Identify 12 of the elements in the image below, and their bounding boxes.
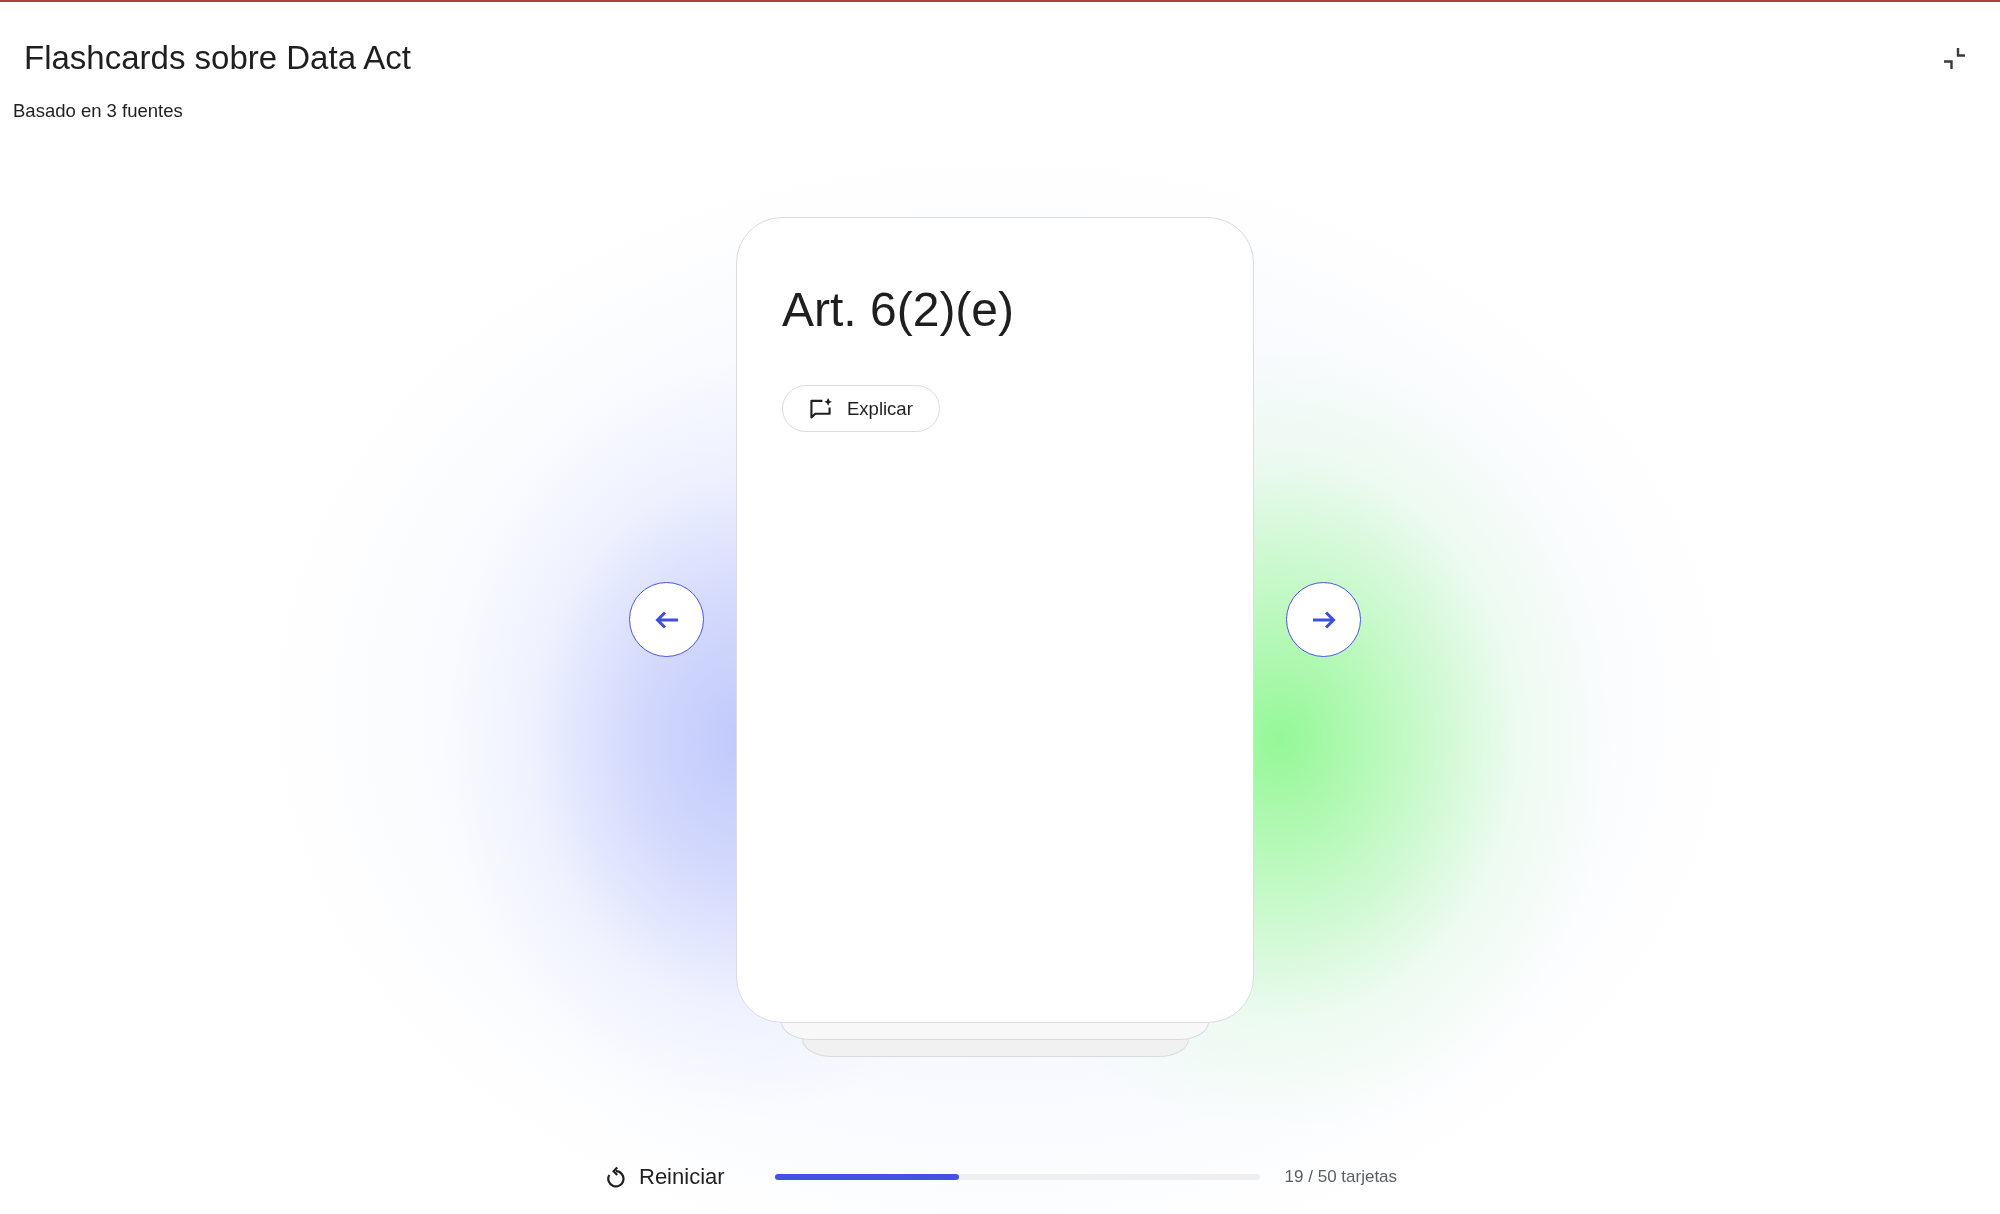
chat-sparkle-icon (808, 398, 833, 419)
arrow-left-icon (654, 610, 679, 629)
arrow-right-icon (1311, 610, 1336, 629)
page-title: Flashcards sobre Data Act (24, 38, 411, 78)
restart-button[interactable]: Reiniciar (605, 1163, 725, 1191)
restart-icon (605, 1166, 626, 1188)
explain-button[interactable]: Explicar (782, 385, 940, 432)
flashcard[interactable]: Art. 6(2)(e) Explicar (736, 217, 1254, 1023)
subtitle: Basado en 3 fuentes (13, 100, 183, 122)
card-term: Art. 6(2)(e) (782, 282, 1015, 338)
collapse-icon (1943, 47, 1965, 69)
card-count: 19 / 50 tarjetas (1284, 1166, 1398, 1188)
